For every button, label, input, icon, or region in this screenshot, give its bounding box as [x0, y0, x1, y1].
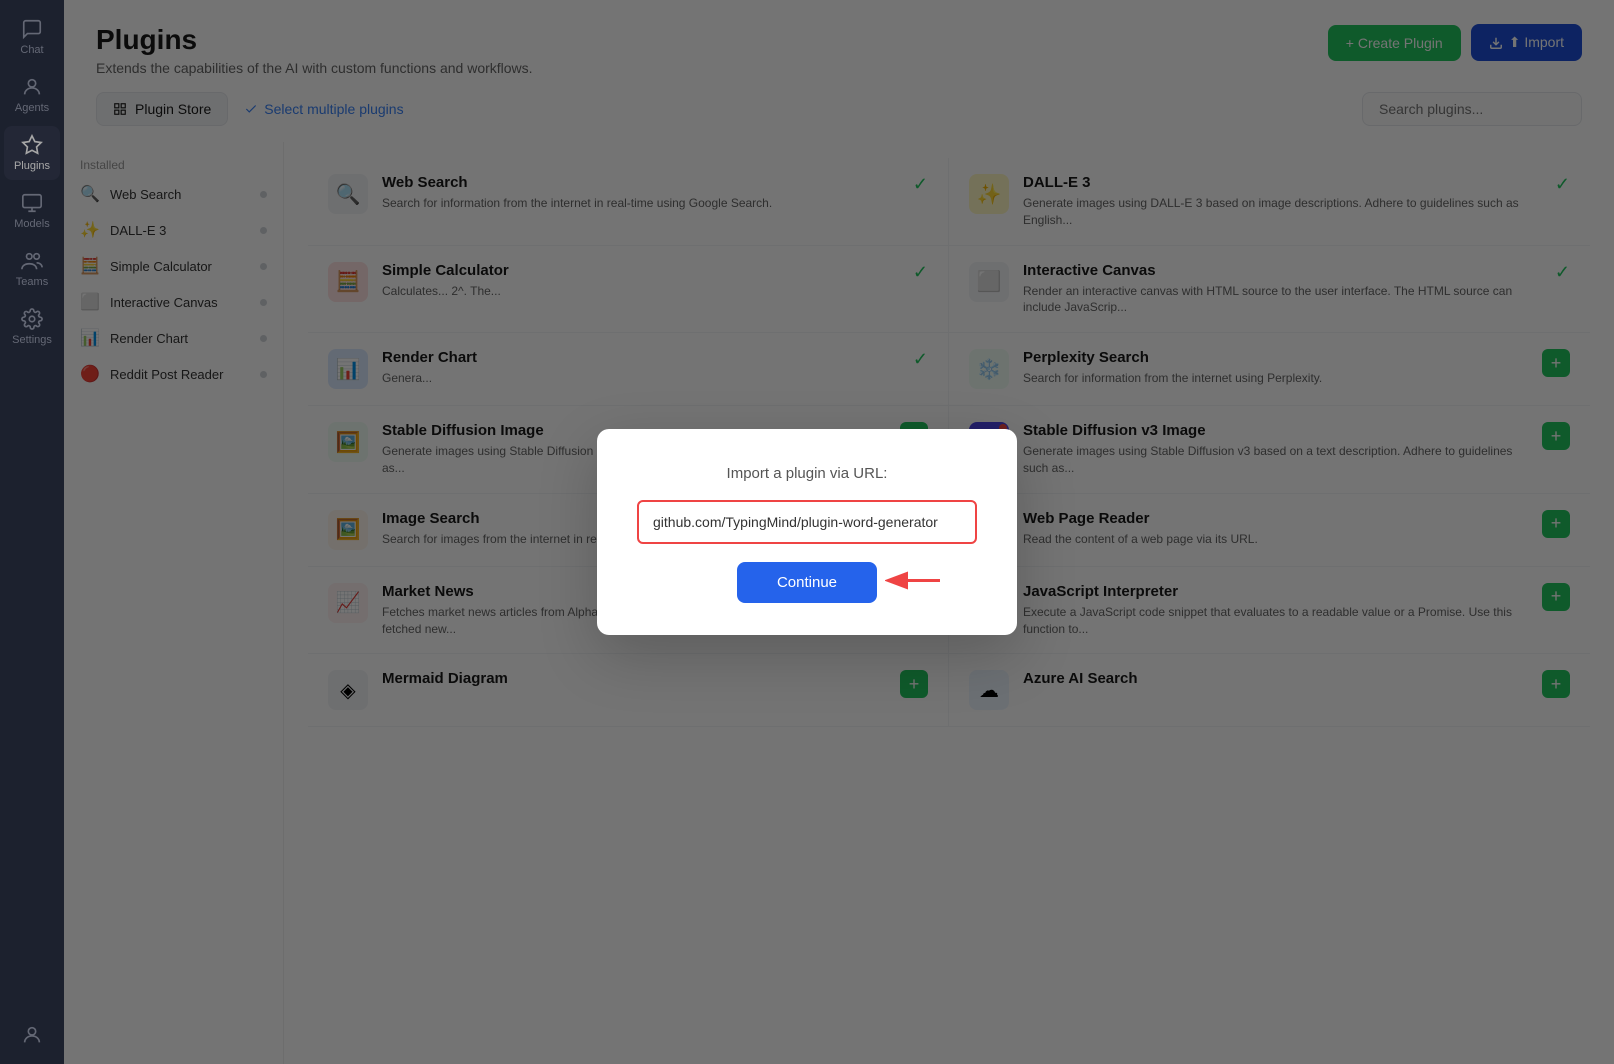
continue-button[interactable]: Continue	[737, 562, 877, 603]
plugin-url-input[interactable]	[637, 500, 977, 544]
arrow-indicator	[885, 565, 945, 600]
modal-overlay: Import a plugin via URL: Continue	[0, 0, 1614, 1064]
import-modal: Import a plugin via URL: Continue	[597, 429, 1017, 635]
modal-input-wrap	[637, 500, 977, 544]
arrow-icon	[885, 565, 945, 595]
modal-title: Import a plugin via URL:	[727, 465, 888, 482]
